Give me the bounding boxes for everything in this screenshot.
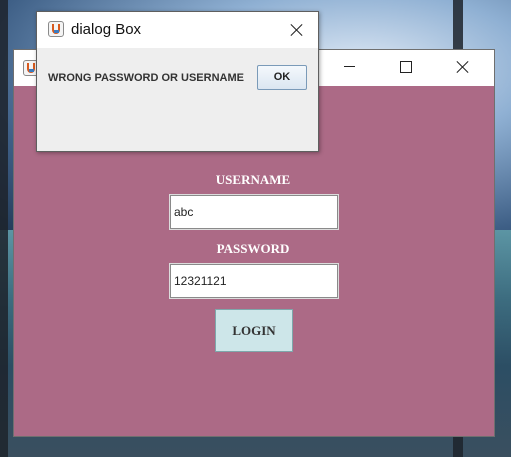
dialog-body: WRONG PASSWORD OR USERNAME OK — [37, 48, 318, 151]
desktop-post — [0, 0, 8, 457]
close-button[interactable] — [440, 50, 486, 83]
password-field[interactable]: 12321121 — [169, 263, 339, 299]
close-icon — [457, 61, 469, 73]
dialog-titlebar[interactable]: dialog Box — [37, 12, 318, 48]
dialog-close-button[interactable] — [283, 16, 311, 44]
close-icon — [291, 24, 303, 36]
maximize-icon — [400, 60, 412, 73]
username-field[interactable]: abc — [169, 194, 339, 230]
minimize-button[interactable] — [326, 50, 372, 83]
minimize-icon — [343, 66, 355, 67]
password-label: PASSWORD — [216, 241, 290, 256]
login-button[interactable]: LOGIN — [215, 309, 293, 352]
error-dialog: dialog Box WRONG PASSWORD OR USERNAME OK — [36, 11, 319, 152]
maximize-button[interactable] — [383, 50, 429, 83]
username-label: USERNAME — [215, 172, 291, 187]
error-message: WRONG PASSWORD OR USERNAME — [48, 72, 244, 84]
ok-button[interactable]: OK — [257, 65, 307, 90]
dialog-title: dialog Box — [71, 21, 142, 38]
java-app-icon[interactable] — [48, 21, 64, 37]
